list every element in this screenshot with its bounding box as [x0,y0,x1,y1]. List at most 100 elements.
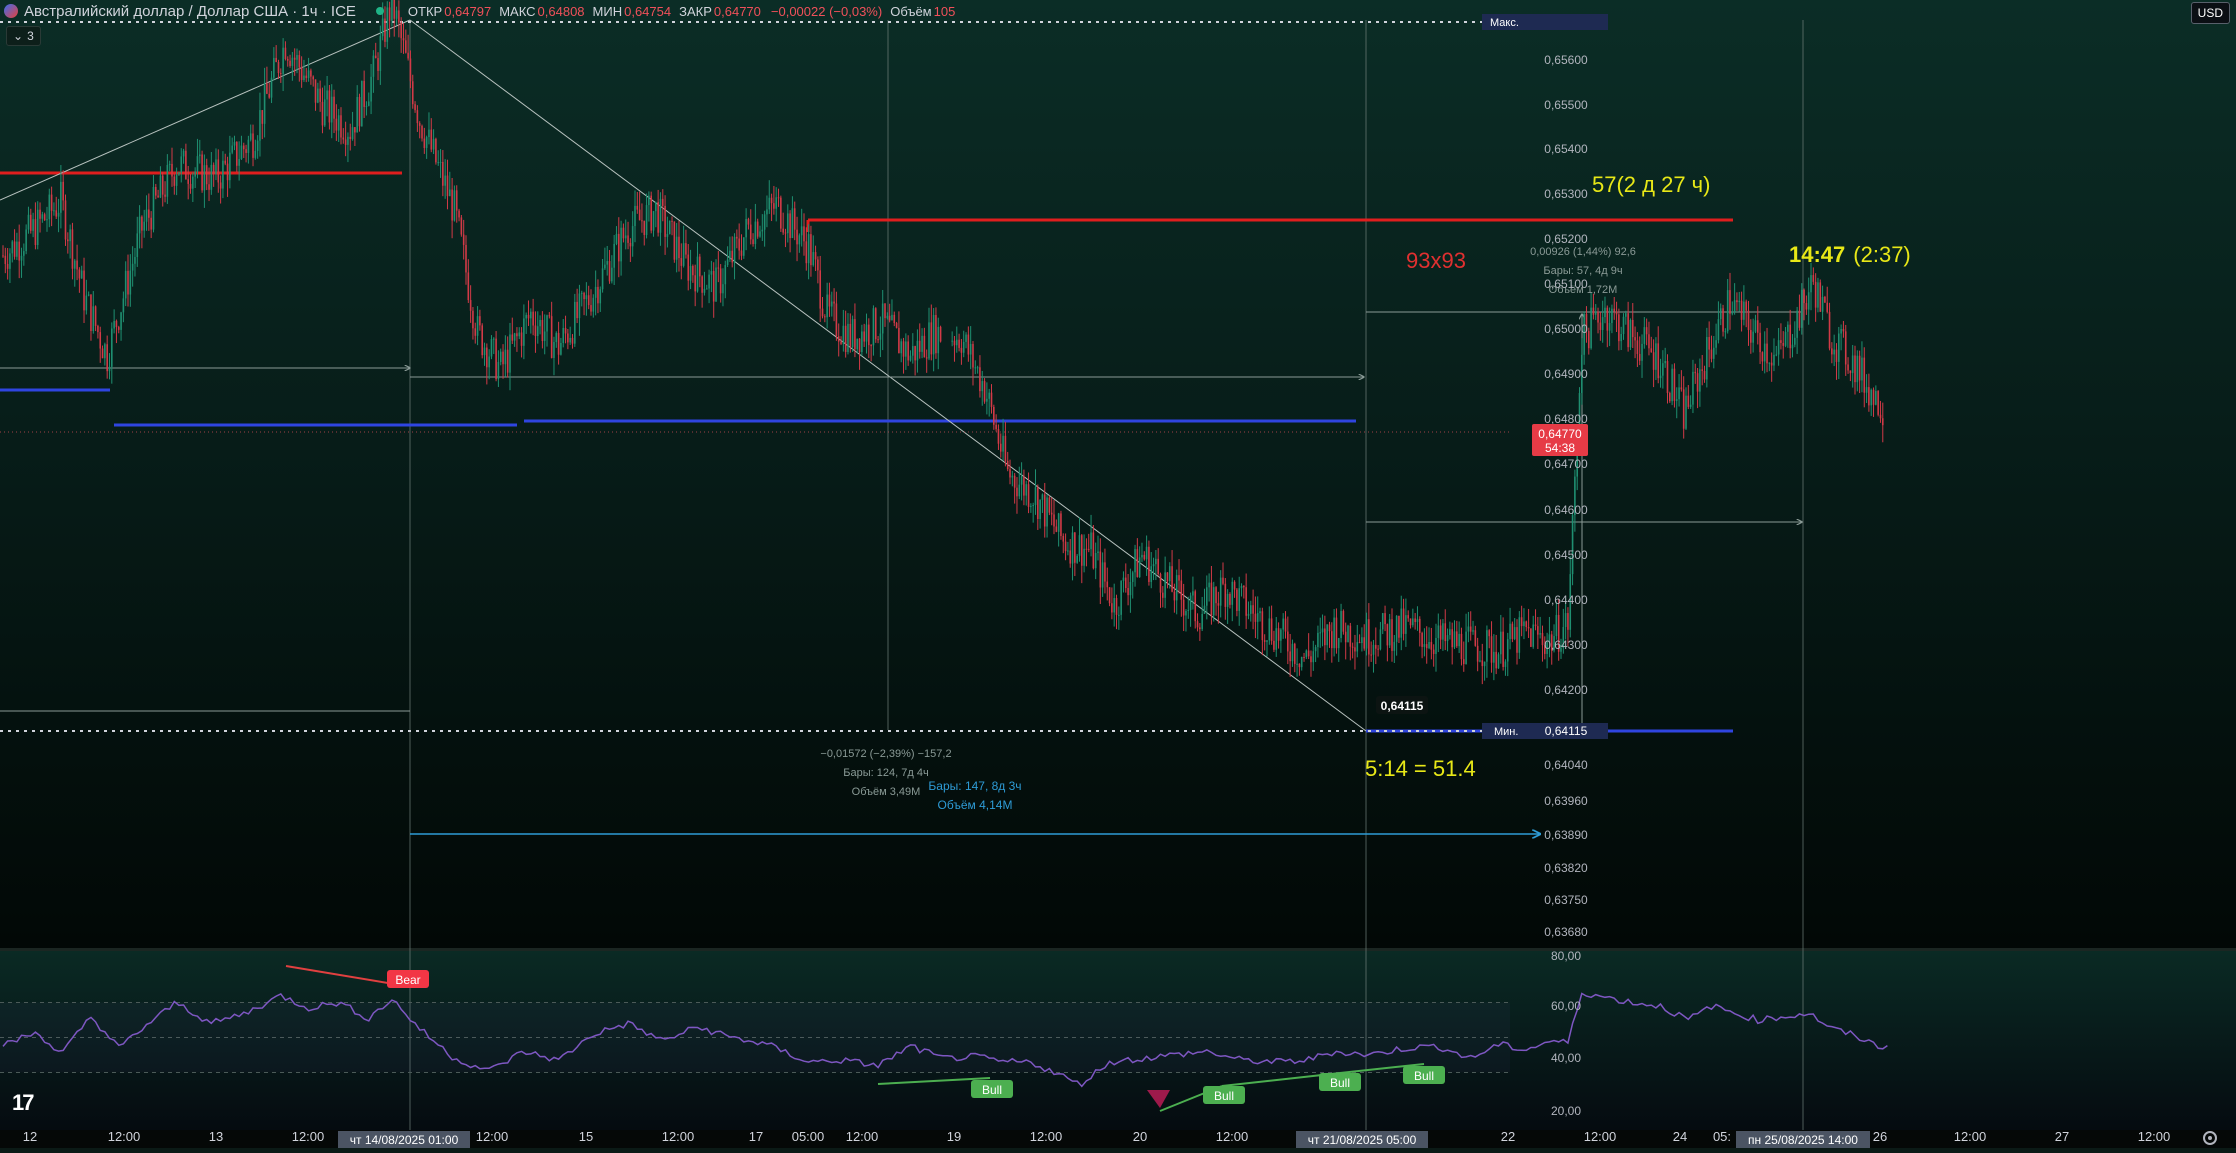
candle-body [972,343,974,368]
candle-body [534,325,537,337]
candle-body [1064,541,1067,552]
candle-body [407,52,409,59]
candle-body [340,115,342,138]
candle-body [428,129,430,138]
candle-body [1368,619,1370,655]
candle-body [1152,564,1155,567]
candle-body [296,55,298,60]
price-tick: 0,64300 [1544,638,1588,652]
rsi-tick: 80,00 [1551,949,1581,963]
candle-body [305,75,308,79]
candle-body [1233,581,1236,590]
candle-body [1798,310,1801,328]
candle-body [1777,340,1780,355]
candle-body [784,232,787,234]
candle-body [900,341,903,354]
candle-body [351,127,354,140]
candle-body [1722,308,1724,332]
candle-body [18,241,21,261]
candle-body [1356,642,1359,652]
candle-body [1178,575,1180,581]
rsi-band [0,1002,1510,1073]
candle-body [1861,357,1863,381]
symbol-title[interactable]: Австралийский доллар / Доллар США · 1ч ·… [24,3,356,20]
time-tick: 12:00 [1216,1129,1249,1144]
candle-body [1263,640,1266,642]
candle-body [546,315,548,332]
candle-body [870,345,872,347]
candle-body [1326,624,1328,646]
market-status-icon[interactable] [375,7,384,15]
candle-body [865,324,868,342]
candle-body [448,189,451,197]
candle-body [685,243,687,255]
candle-body [370,76,372,102]
candle-body [641,220,643,222]
candle-body [1238,588,1241,611]
candle-body [611,267,613,282]
pane-separator[interactable] [0,948,2236,951]
candle-body [1877,391,1879,415]
candle-body [562,327,565,343]
candle-body [1224,583,1227,607]
candle-body [673,221,676,260]
candle-body [1111,603,1113,613]
chart-stage[interactable]: Bear Bull Bull Bull Bull 57(2 д 27 ч) 93x93 5:… [0,0,2236,1148]
candle-body [1097,551,1099,554]
candle-body [696,256,699,292]
candle-body [1819,282,1822,312]
range-stat-mid: −0,01572 (−2,39%) −157,2 [820,748,951,760]
candle-body [67,239,69,242]
candle-body [513,333,516,341]
candle-body [1449,629,1451,636]
candle-body [1217,603,1220,606]
candle-body [1634,337,1636,341]
candle-body [180,156,183,173]
candle-body [173,176,176,186]
candle-body [446,175,449,197]
candle-body [1879,414,1882,419]
indicators-toggle-button[interactable]: ⌄ 3 [6,26,41,46]
currency-button[interactable]: USD [2190,2,2230,24]
range-stat-right: Бары: 57, 4д 9ч [1543,265,1622,277]
candle-body [805,241,808,264]
candle-body [46,219,48,221]
candle-body [104,344,106,359]
ohlc-open-key: ОТКР [407,3,443,19]
candle-body [1863,357,1866,393]
candle-body [953,340,956,346]
candle-body [1023,476,1025,496]
candle-body [1118,614,1120,616]
candle-body [150,217,152,230]
candle-body [1293,643,1296,664]
candle-body [840,341,842,344]
candle-body [983,381,986,402]
tradingview-logo-icon[interactable]: 17 [12,1090,35,1116]
candle-body [307,70,310,79]
candle-body [1282,618,1284,630]
candle-body [495,338,497,380]
candle-body [569,337,571,343]
candle-body [1416,618,1419,623]
candle-body [1134,549,1136,573]
price-chart[interactable]: Bear Bull Bull Bull Bull 57(2 д 27 ч) 93x93 5:… [0,0,2236,1148]
candle-body [1645,327,1648,335]
candle-body [374,55,377,59]
candle-body [1331,631,1333,649]
candle-body [224,160,227,164]
candle-body [94,306,97,326]
candle-body [655,202,657,212]
candle-body [1782,342,1785,346]
time-bold: 14:47 [1789,242,1845,267]
candle-body [6,263,9,269]
candle-body [1055,526,1058,532]
ohlc-low-value: 0,64754 [624,3,672,19]
candle-body [916,340,919,361]
candle-body [749,224,752,240]
candle-body [432,138,435,150]
candle-body [1259,611,1261,614]
candle-body [541,319,544,341]
candle-body [888,315,891,321]
candle-body [592,297,595,312]
candle-body [231,145,233,153]
